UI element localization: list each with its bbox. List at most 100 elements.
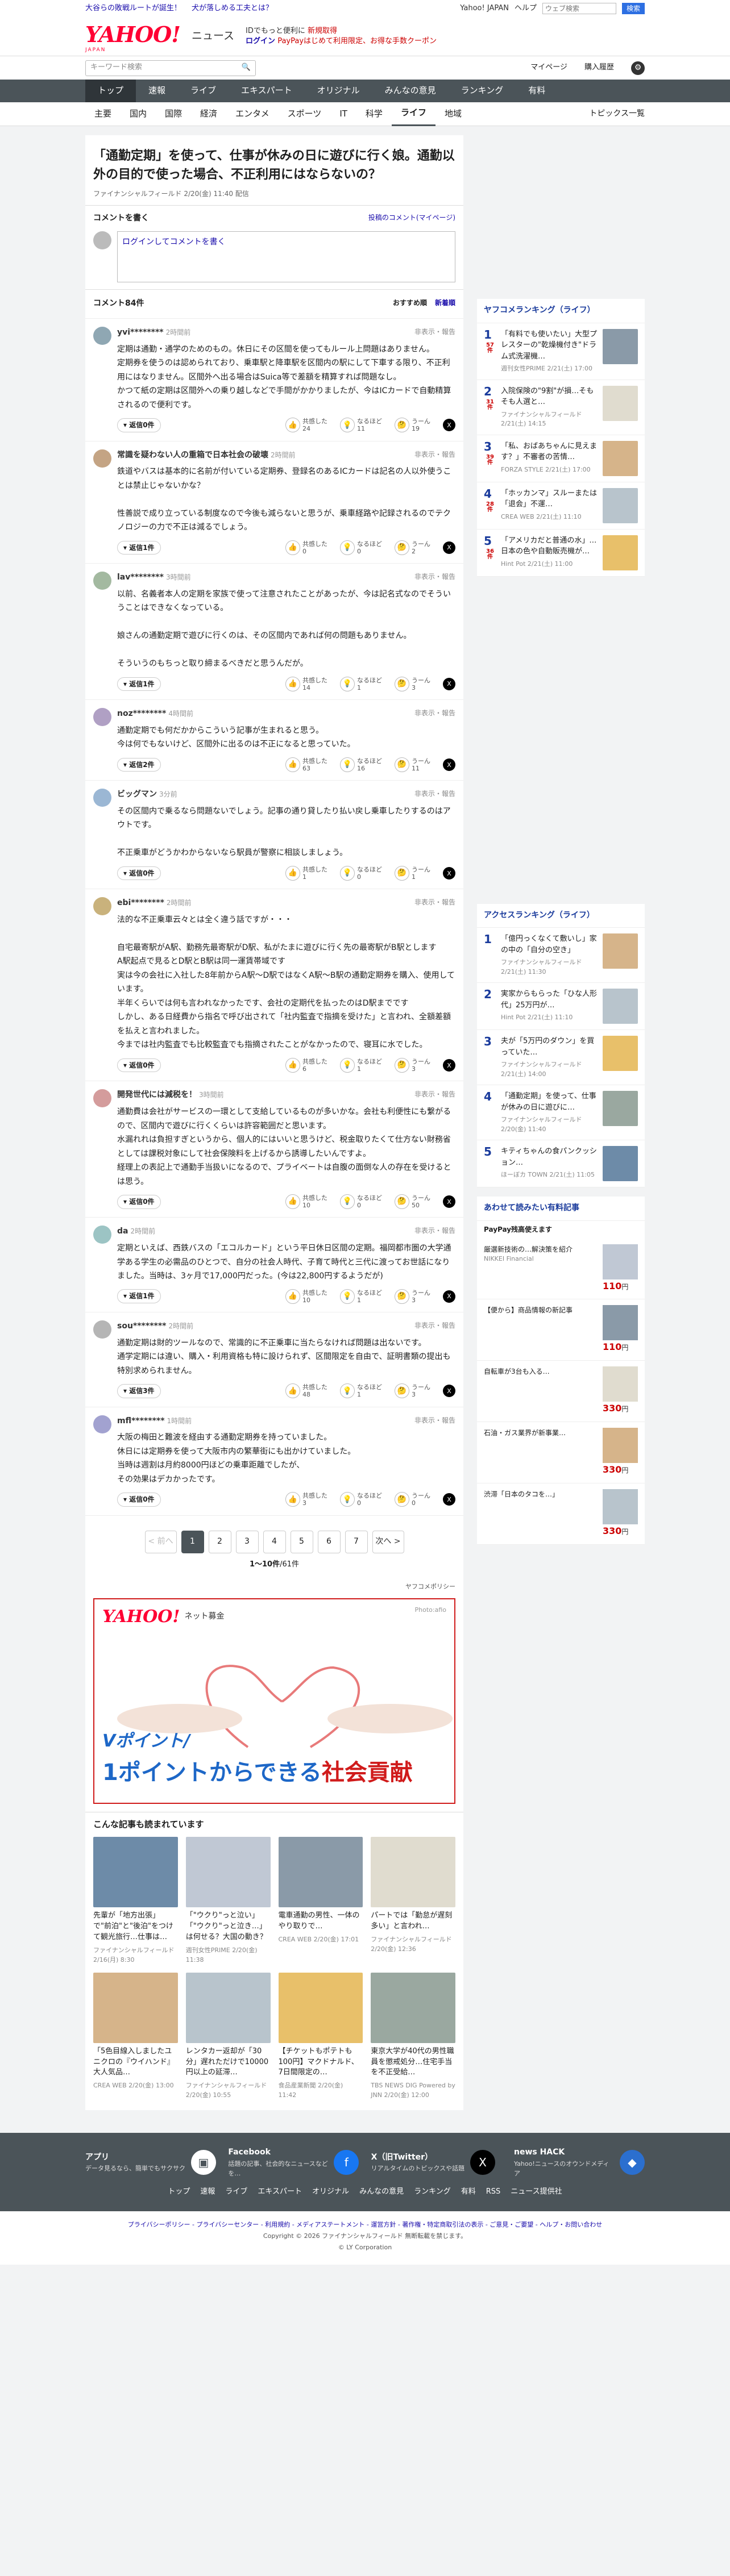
report-link[interactable]: 非表示・報告 [414, 572, 455, 584]
web-search-input[interactable] [542, 2, 616, 14]
empathy-button[interactable]: 👍 共感した 3 [285, 1492, 327, 1507]
donation-ad-banner[interactable]: YAHOO! ネット募金 Photo:afio Vポイント/ 1ポイントからでき… [93, 1598, 455, 1804]
unsure-button[interactable]: 🤔 うーん 19 [395, 418, 430, 433]
empathy-button[interactable]: 👍 共感した 24 [285, 418, 327, 433]
avatar[interactable] [93, 708, 111, 727]
ranking-item[interactable]: 4 28件 「ホッカンマ」スルーまたは「退会」不運… CREA WEB 2/21(土)… [477, 482, 645, 530]
x-share-icon[interactable]: X [443, 1290, 455, 1303]
reply-toggle-button[interactable]: ▾ 返信1件 [117, 1289, 161, 1304]
related-card[interactable]: 先輩が「地方出張」で"前泊"と"後泊"をつけて観光旅行…仕事は… ファイナンシャル… [93, 1837, 178, 1965]
x-share-icon[interactable]: X [443, 1059, 455, 1072]
sort-recommended[interactable]: おすすめ順 [393, 298, 427, 310]
nav-ranking[interactable]: ランキング [449, 80, 516, 102]
purchase-history-link[interactable]: 購入履歴 [584, 62, 614, 73]
insight-button[interactable]: 💡 なるほど 0 [340, 1492, 382, 1507]
page-button[interactable]: 2 [208, 1530, 231, 1553]
comment-author[interactable]: mfl******** 1時間前 [117, 1415, 192, 1428]
cat-entertainment[interactable]: エンタメ [226, 102, 279, 126]
prev-page-button[interactable]: < 前へ [144, 1530, 177, 1553]
topics-list-link[interactable]: トピックス一覧 [589, 108, 645, 120]
unsure-button[interactable]: 🤔 うーん 3 [395, 677, 430, 691]
reply-toggle-button[interactable]: ▾ 返信0件 [117, 1493, 161, 1507]
related-card[interactable]: レンタカー返却が「30分」遅れただけで10000円以上の延滞… ファイナンシャルフ… [185, 1972, 271, 2100]
unsure-button[interactable]: 🤔 うーん 3 [395, 1289, 430, 1304]
comment-policy-link[interactable]: ヤフコメポリシー [85, 1578, 463, 1595]
footer-nav-link[interactable]: みんなの意見 [359, 2186, 404, 2198]
footer-nav-link[interactable]: ライブ [225, 2186, 247, 2198]
ranking-item[interactable]: 3 39件 「私、おばあちゃんに見えます？」不審者の苦情… FORZA STYLE 2… [477, 435, 645, 482]
x-share-icon[interactable]: X [443, 677, 455, 690]
help-link[interactable]: ヘルプ [515, 3, 537, 14]
empathy-button[interactable]: 👍 共感した 63 [285, 757, 327, 773]
reply-toggle-button[interactable]: ▾ 返信1件 [117, 540, 161, 555]
footer-nav-link[interactable]: エキスパート [258, 2186, 302, 2198]
nav-expert[interactable]: エキスパート [229, 80, 305, 102]
cat-domestic[interactable]: 国内 [121, 102, 156, 126]
yahoo-japan-link[interactable]: Yahoo! JAPAN [460, 3, 509, 14]
x-share-icon[interactable]: X [443, 867, 455, 880]
related-card[interactable]: 東京大学が40代の男性職員を懲戒処分…住宅手当を不正受給… TBS NEWS DI… [371, 1972, 455, 2100]
service-name[interactable]: ニュース [192, 28, 234, 44]
reply-toggle-button[interactable]: ▾ 返信0件 [117, 1058, 161, 1073]
my-comments-link[interactable]: 投稿のコメント(マイページ) [368, 212, 455, 225]
empathy-button[interactable]: 👍 共感した 10 [285, 1194, 327, 1210]
insight-button[interactable]: 💡 なるほど 1 [340, 1058, 382, 1073]
x-share-icon[interactable]: X [443, 1195, 455, 1208]
footer-nav-link[interactable]: ランキング [414, 2186, 451, 2198]
insight-button[interactable]: 💡 なるほど 0 [340, 866, 382, 881]
unsure-button[interactable]: 🤔 うーん 1 [395, 866, 430, 881]
nav-top[interactable]: トップ [85, 80, 136, 102]
avatar[interactable] [93, 449, 111, 468]
news-search-input[interactable]: キーワード検索 🔍 [85, 60, 256, 76]
avatar[interactable] [93, 572, 111, 590]
comment-author[interactable]: ビッグマン 3分前 [117, 789, 177, 801]
x-share-icon[interactable]: X [443, 541, 455, 554]
avatar[interactable] [93, 1089, 111, 1108]
ranking-item[interactable]: 4 「通勤定期」を使って、仕事が休みの日に遊びに… ファイナンシャルフィールド 2/… [477, 1085, 645, 1141]
footer-nav-link[interactable]: オリジナル [312, 2186, 349, 2198]
related-card[interactable]: 「5色目線入しましたユニクロの『ウイハンド』大人気品… CREA WEB 2/20… [93, 1972, 178, 2100]
footer-facebook[interactable]: Facebook 話題の記事、社会的なニュースなどを… f [228, 2146, 359, 2178]
page-button[interactable]: 4 [263, 1530, 286, 1553]
footer-nav-link[interactable]: 速報 [200, 2186, 215, 2198]
avatar[interactable] [93, 789, 111, 807]
avatar[interactable] [93, 1320, 111, 1339]
report-link[interactable]: 非表示・報告 [414, 1415, 455, 1428]
nav-breaking[interactable]: 速報 [136, 80, 178, 102]
avatar[interactable] [93, 897, 111, 916]
search-icon[interactable]: 🔍 [242, 62, 251, 73]
gear-icon[interactable]: ⚙ [631, 61, 645, 75]
report-link[interactable]: 非表示・報告 [414, 789, 455, 801]
footer-nav-link[interactable]: RSS [486, 2186, 501, 2198]
cat-economy[interactable]: 経済 [191, 102, 226, 126]
paid-article-item[interactable]: 厳選新技術の…解決策を紹介 NIKKEI Financial 110円 [477, 1239, 645, 1300]
footer-nav-link[interactable]: 有料 [461, 2186, 476, 2198]
page-button[interactable]: 5 [290, 1530, 313, 1553]
ranking-item[interactable]: 2 31件 入院保険の"9割"が損…そもそも人選と… ファイナンシャルフィールド 2/… [477, 380, 645, 435]
insight-button[interactable]: 💡 なるほど 11 [340, 418, 382, 433]
page-button[interactable]: 1 [181, 1530, 204, 1553]
paid-article-item[interactable]: 渋滞「日本のタコを…」 330円 [477, 1483, 645, 1545]
related-card[interactable]: 電車通勤の男性、一体のやり取りで… CREA WEB 2/20(金) 17:01 [278, 1837, 363, 1965]
report-link[interactable]: 非表示・報告 [414, 1089, 455, 1102]
reply-toggle-button[interactable]: ▾ 返信0件 [117, 866, 161, 881]
report-link[interactable]: 非表示・報告 [414, 1320, 455, 1333]
cat-it[interactable]: IT [330, 102, 356, 126]
x-share-icon[interactable]: X [443, 1385, 455, 1398]
report-link[interactable]: 非表示・報告 [414, 897, 455, 910]
nav-opinions[interactable]: みんなの意見 [372, 80, 449, 102]
next-page-button[interactable]: 次へ > [372, 1530, 404, 1553]
paid-article-item[interactable]: 石油・ガス業界が新事業… 330円 [477, 1422, 645, 1483]
reply-toggle-button[interactable]: ▾ 返信3件 [117, 1384, 161, 1398]
nav-paid[interactable]: 有料 [516, 80, 558, 102]
register-link[interactable]: 新規取得 [308, 27, 337, 35]
notice-link-1[interactable]: 大谷らの敗戦ルートが誕生！ [85, 3, 181, 14]
reply-toggle-button[interactable]: ▾ 返信1件 [117, 677, 161, 691]
empathy-button[interactable]: 👍 共感した 6 [285, 1058, 327, 1073]
insight-button[interactable]: 💡 なるほど 0 [340, 1194, 382, 1210]
report-link[interactable]: 非表示・報告 [414, 327, 455, 339]
comment-author[interactable]: lav******** 3時間前 [117, 572, 191, 584]
footer-x[interactable]: X（旧Twitter） リアルタイムのトピックスや話題 X [371, 2150, 502, 2175]
sort-new[interactable]: 新着順 [435, 298, 455, 310]
related-card[interactable]: 【チケットもポテトも100円】マクドナルド、7日間限定の… 食品産業新聞 2/20… [278, 1972, 363, 2100]
